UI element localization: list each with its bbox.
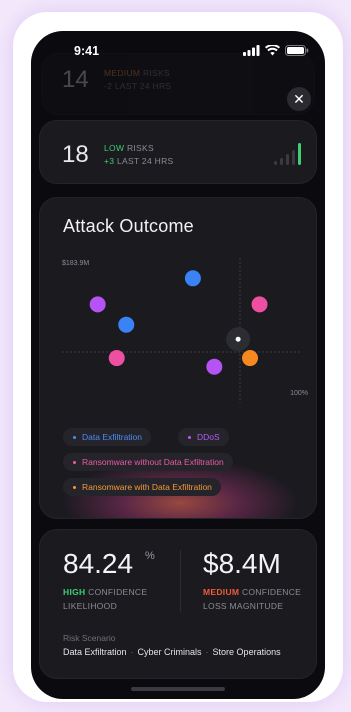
likelihood-confidence: HIGH CONFIDENCE <box>63 587 147 597</box>
low-level-label: LOW <box>104 143 125 153</box>
plot-point[interactable] <box>206 358 223 375</box>
legend-dot-icon <box>73 436 76 440</box>
scenario-separator: · <box>205 647 209 657</box>
legend-chip[interactable]: Ransomware without Data Exfiltration <box>63 453 233 471</box>
medium-risks-label: RISKS <box>142 68 170 78</box>
cellular-signal-icon <box>243 45 260 56</box>
legend-chip[interactable]: DDoS <box>178 428 229 446</box>
legend-label: Data Exfiltration <box>82 432 142 442</box>
loss-value: $8.4M <box>203 548 281 579</box>
low-risk-delta: +3 LAST 24 HRS <box>104 156 174 166</box>
medium-period-label: LAST 24 HRS <box>114 81 172 91</box>
plot-x-label: 100% <box>290 390 308 397</box>
wifi-icon <box>265 45 280 56</box>
status-icons <box>243 45 309 56</box>
attack-outcome-card: Attack Outcome $183.9M 100% Data Exfiltr… <box>39 197 317 519</box>
loss-confidence: MEDIUM CONFIDENCE <box>203 587 301 597</box>
medium-delta-value: -2 <box>104 81 113 91</box>
scenario-separator: · <box>130 647 134 657</box>
medium-risk-count: 14 <box>62 66 89 93</box>
scenario-item: Cyber Criminals <box>137 647 202 657</box>
home-indicator[interactable] <box>131 687 225 691</box>
risk-scenario-path: Data Exfiltration · Cyber Criminals · Store … <box>63 647 281 657</box>
status-time: 9:41 <box>74 44 100 58</box>
low-risk-count: 18 <box>62 141 89 168</box>
loss-label: LOSS MAGNITUDE <box>203 601 284 611</box>
legend-dot-icon <box>73 486 76 490</box>
legend-chip[interactable]: Data Exfiltration <box>63 428 151 446</box>
risk-scenario-label: Risk Scenario <box>63 633 116 643</box>
attack-outcome-plot[interactable]: $183.9M 100% <box>40 253 317 413</box>
plot-point[interactable] <box>118 316 135 333</box>
low-risks-label: RISKS <box>126 143 154 153</box>
legend-label: Ransomware without Data Exfiltration <box>82 457 224 467</box>
likelihood-value: 84.24 <box>63 548 134 579</box>
likelihood-unit: % <box>145 550 155 562</box>
plot-y-label: $183.9M <box>62 260 89 267</box>
plot-point[interactable] <box>184 270 201 287</box>
likelihood-confidence-text: CONFIDENCE <box>88 587 148 597</box>
legend-chip[interactable]: Ransomware with Data Exfiltration <box>63 478 221 496</box>
medium-level-label: MEDIUM <box>104 68 141 78</box>
trend-bars-icon <box>274 141 301 165</box>
phone-screen: 9:41 14 MEDIUM RISKS -2 LAST 24 HRS ✕ 18… <box>31 31 325 699</box>
plot-point[interactable] <box>251 296 268 313</box>
likelihood-label: LIKELIHOOD <box>63 601 118 611</box>
close-button[interactable]: ✕ <box>287 87 311 111</box>
low-risk-card[interactable]: 18 LOW RISKS +3 LAST 24 HRS <box>39 120 317 184</box>
selected-marker[interactable] <box>235 336 241 342</box>
low-period-label: LAST 24 HRS <box>116 156 174 166</box>
battery-icon <box>285 45 309 56</box>
loss-confidence-level: MEDIUM <box>203 587 240 597</box>
status-bar: 9:41 <box>31 31 325 67</box>
plot-point[interactable] <box>89 296 106 313</box>
legend-label: DDoS <box>197 432 220 442</box>
attack-outcome-title: Attack Outcome <box>63 216 194 236</box>
medium-risk-delta: -2 LAST 24 HRS <box>104 81 171 91</box>
scenario-item: Data Exfiltration <box>63 647 127 657</box>
medium-risk-level: MEDIUM RISKS <box>104 68 170 78</box>
close-icon: ✕ <box>293 91 305 107</box>
legend-dot-icon <box>188 436 191 440</box>
plot-points <box>89 270 268 375</box>
likelihood-confidence-level: HIGH <box>63 587 86 597</box>
low-delta-value: +3 <box>104 156 115 166</box>
scenario-item: Store Operations <box>212 647 281 657</box>
legend-label: Ransomware with Data Exfiltration <box>82 482 212 492</box>
low-risk-level: LOW RISKS <box>104 143 154 153</box>
plot-point[interactable] <box>242 350 259 367</box>
loss-confidence-text: CONFIDENCE <box>241 587 302 597</box>
legend-dot-icon <box>73 461 76 465</box>
metrics-divider <box>180 550 181 612</box>
metrics-card: 84.24 % HIGH CONFIDENCE LIKELIHOOD $8.4M… <box>39 529 317 679</box>
plot-point[interactable] <box>108 350 125 367</box>
